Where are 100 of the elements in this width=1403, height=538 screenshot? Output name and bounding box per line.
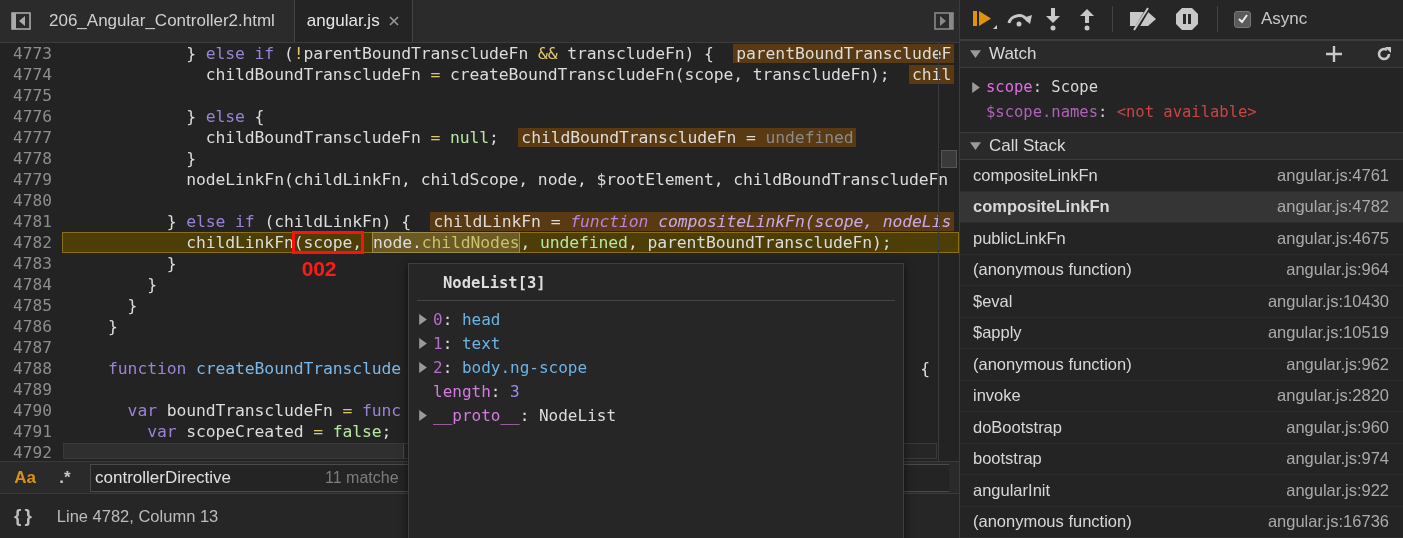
expand-triangle-icon[interactable] xyxy=(417,361,428,373)
code-token: } xyxy=(165,254,177,273)
line-number: 4778 xyxy=(12,149,53,168)
code-token: childLinkFn xyxy=(185,233,294,252)
hovered-expression: node.childNodes xyxy=(371,232,521,253)
code-token: null xyxy=(449,128,490,147)
expand-triangle-icon[interactable] xyxy=(970,81,981,93)
line-number: 4780 xyxy=(12,191,53,210)
source-location[interactable]: angular.js:2820 xyxy=(1277,386,1389,406)
line-number: 4775 xyxy=(12,86,53,105)
expand-triangle-icon[interactable] xyxy=(417,337,428,349)
code-token: else if xyxy=(205,44,275,63)
source-location[interactable]: angular.js:10430 xyxy=(1267,291,1389,311)
function-name: angularInit xyxy=(973,480,1051,500)
cursor-position: Line 4782, Column 13 xyxy=(56,506,219,526)
source-location[interactable]: angular.js:960 xyxy=(1286,417,1389,437)
code-token: } xyxy=(165,212,178,231)
collapse-triangle-icon[interactable] xyxy=(970,48,981,60)
function-name: bootstrap xyxy=(973,449,1042,469)
collapse-triangle-icon[interactable] xyxy=(970,140,981,152)
add-icon[interactable] xyxy=(1325,44,1343,63)
file-tab[interactable]: angular.js xyxy=(293,0,413,42)
line-number: 4788 xyxy=(12,359,53,378)
function-name: $apply xyxy=(973,323,1022,343)
code-token: } xyxy=(185,149,196,168)
source-location[interactable]: angular.js:974 xyxy=(1286,449,1389,469)
section-title: Call Stack xyxy=(989,135,1067,156)
pretty-print-button[interactable]: {} xyxy=(14,505,35,527)
source-location[interactable]: angular.js:922 xyxy=(1286,480,1389,500)
code-token: } xyxy=(107,317,118,336)
file-tab[interactable]: 206_Angular_Controller2.html xyxy=(36,0,288,42)
line-number: 4789 xyxy=(12,380,53,399)
source-location[interactable]: angular.js:4761 xyxy=(1277,165,1389,185)
line-number: 4784 xyxy=(12,275,53,294)
source-location[interactable]: angular.js:4782 xyxy=(1277,197,1389,217)
section-title: Watch xyxy=(989,43,1038,64)
code-token: } xyxy=(146,275,157,294)
code-token: ; xyxy=(381,422,392,441)
watch-header[interactable]: Watch xyxy=(960,39,1403,68)
code-token: function xyxy=(107,359,188,378)
code-token: nodeLinkFn(childLinkFn, childScope, node, $rootElement, childBoundTranscludeFn xyxy=(185,170,949,189)
sidebar-toggle-icon[interactable] xyxy=(11,12,31,30)
line-number: 4773 xyxy=(12,44,53,63)
line-number: 4785 xyxy=(12,296,53,315)
regex-toggle[interactable]: .* xyxy=(50,467,80,488)
popover-title: NodeList[3] xyxy=(417,268,895,301)
expand-triangle-icon[interactable] xyxy=(417,313,428,325)
code-token: undefined xyxy=(539,233,628,252)
code-token: { xyxy=(253,107,265,126)
property-entry[interactable]: 2: body.ng-scope xyxy=(433,357,588,377)
match-count: 11 matche xyxy=(325,468,399,487)
function-name: compositeLinkFn xyxy=(973,197,1110,217)
function-name: $eval xyxy=(973,291,1013,311)
line-number: 4783 xyxy=(12,254,53,273)
line-number: 4782 xyxy=(12,233,53,252)
inline-value: childBoundTranscludeFn = undefined xyxy=(518,128,857,147)
code-token: transcludeFn) { xyxy=(566,44,715,63)
code-token: } xyxy=(185,44,197,63)
code-token: ( xyxy=(282,44,294,63)
property-entry[interactable]: 0: head xyxy=(433,309,501,329)
refresh-icon[interactable] xyxy=(1375,44,1393,63)
code-token: } xyxy=(126,296,138,315)
pause-icon[interactable] xyxy=(1175,7,1199,32)
source-location[interactable]: angular.js:10519 xyxy=(1267,323,1389,343)
line-number: 4776 xyxy=(12,107,53,126)
function-name: (anonymous function) xyxy=(973,354,1132,374)
async-checkbox[interactable] xyxy=(1234,10,1251,28)
code-token: = xyxy=(430,65,441,84)
code-token: } xyxy=(185,107,197,126)
property-entry[interactable]: __proto__: NodeList xyxy=(433,405,617,425)
line-number: 4779 xyxy=(12,170,53,189)
code-token: parentBoundTranscludeFn xyxy=(303,44,530,63)
watch-expression[interactable]: scope: Scope xyxy=(986,78,1098,97)
function-name: publicLinkFn xyxy=(973,228,1066,248)
call-frame[interactable]: compositeLinkFn angular.js:4782 xyxy=(960,191,1403,223)
code-token: else xyxy=(205,107,245,126)
line-number: 4777 xyxy=(12,128,53,147)
callout-label: 002 xyxy=(301,257,337,281)
line-number: 4786 xyxy=(12,317,53,336)
source-location[interactable]: angular.js:962 xyxy=(1286,354,1389,374)
code-text: { xyxy=(920,359,930,378)
code-token: && xyxy=(537,44,558,63)
line-number: 4792 xyxy=(12,443,53,461)
close-icon[interactable] xyxy=(387,15,400,27)
inline-value: parentBoundTranscludeF xyxy=(733,44,955,63)
source-location[interactable]: angular.js:4675 xyxy=(1277,228,1389,248)
code-token: ; xyxy=(489,128,500,147)
code-token: false xyxy=(332,422,382,441)
code-token: createBoundTranscludeFn(scope, transcludeFn); xyxy=(448,65,891,84)
expand-triangle-icon[interactable] xyxy=(417,409,428,421)
call-stack-header[interactable]: Call Stack xyxy=(960,131,1403,160)
inline-value: chil xyxy=(909,65,955,84)
property-entry[interactable]: 1: text xyxy=(433,333,501,353)
source-location[interactable]: angular.js:16736 xyxy=(1267,512,1389,532)
source-location[interactable]: angular.js:964 xyxy=(1286,260,1389,280)
code-token: (childLinkFn) { xyxy=(263,212,412,231)
property-entry: length: 3 xyxy=(433,381,520,401)
match-case-toggle[interactable]: Aa xyxy=(10,467,40,488)
sidebar-toggle-icon[interactable] xyxy=(934,12,954,30)
line-number: 4774 xyxy=(12,65,53,84)
